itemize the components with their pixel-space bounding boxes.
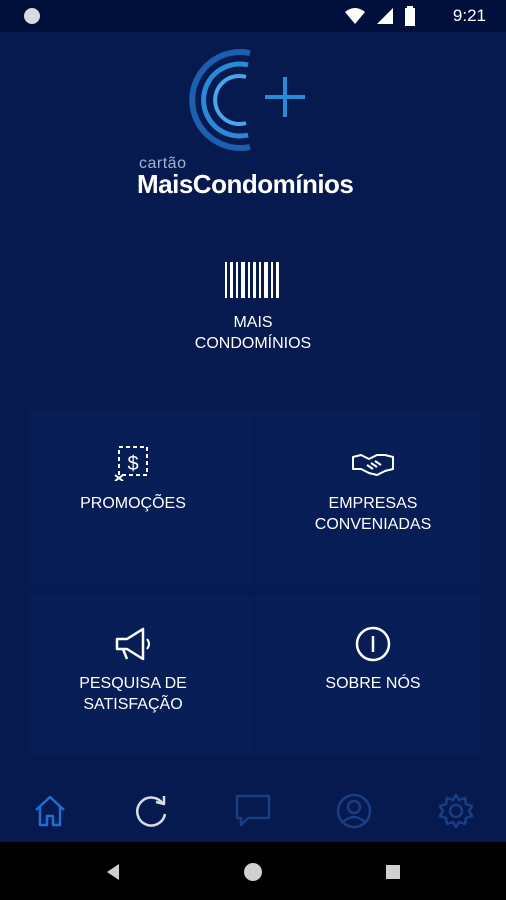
recents-square-icon [386, 865, 400, 879]
home-button[interactable] [238, 857, 268, 887]
brand-logo: cartão MaisCondomínios [130, 45, 380, 205]
bottom-nav [0, 780, 506, 842]
coupon-dollar-icon: $ [114, 446, 148, 481]
tile-label-line1: PESQUISA DE [79, 675, 187, 692]
recents-button[interactable] [378, 857, 408, 887]
profile-icon [336, 793, 372, 829]
tile-label-line1: MAIS [233, 314, 273, 331]
settings-icon [438, 793, 474, 829]
status-icons [344, 6, 416, 26]
status-time: 9:21 [452, 6, 486, 25]
nav-chat[interactable] [203, 780, 303, 842]
nav-home[interactable] [0, 780, 100, 842]
back-triangle-icon [107, 864, 119, 880]
barcode-icon [225, 262, 279, 298]
logo-symbol-icon [189, 49, 305, 151]
status-bar: 9:21 [0, 0, 506, 32]
nav-settings[interactable] [406, 780, 506, 842]
promocoes-tile[interactable]: $ PROMOÇÕES [28, 445, 238, 545]
tile-label-line2: CONVENIADAS [314, 516, 432, 533]
sobre-nos-tile[interactable]: SOBRE NÓS [268, 625, 478, 725]
battery-icon [405, 6, 415, 26]
svg-text:$: $ [127, 453, 138, 475]
nav-profile[interactable] [304, 780, 404, 842]
nav-refresh[interactable] [101, 780, 201, 842]
refresh-icon [136, 796, 167, 827]
tile-label-line2: SATISFAÇÃO [83, 696, 183, 713]
tile-label-line1: SOBRE NÓS [325, 675, 421, 692]
logo-brand-text: MaisCondomínios [137, 169, 354, 199]
signal-icon [377, 8, 393, 24]
tile-label-line2: CONDOMÍNIOS [194, 335, 312, 352]
pesquisa-satisfacao-tile[interactable]: PESQUISA DE SATISFAÇÃO [28, 625, 238, 735]
notification-dot-icon [24, 8, 40, 24]
mais-condominios-tile[interactable]: MAIS CONDOMÍNIOS [140, 262, 366, 372]
handshake-icon [352, 454, 394, 476]
info-icon [355, 626, 391, 662]
home-circle-icon [244, 863, 262, 881]
megaphone-icon [115, 627, 150, 661]
wifi-icon [345, 8, 365, 24]
tile-label-line1: PROMOÇÕES [80, 495, 186, 512]
home-icon [35, 795, 65, 827]
back-button[interactable] [98, 857, 128, 887]
system-nav-bar [0, 842, 506, 900]
tile-label-line1: EMPRESAS [328, 495, 418, 512]
empresas-conveniadas-tile[interactable]: EMPRESAS CONVENIADAS [268, 445, 478, 555]
chat-icon [235, 794, 271, 827]
